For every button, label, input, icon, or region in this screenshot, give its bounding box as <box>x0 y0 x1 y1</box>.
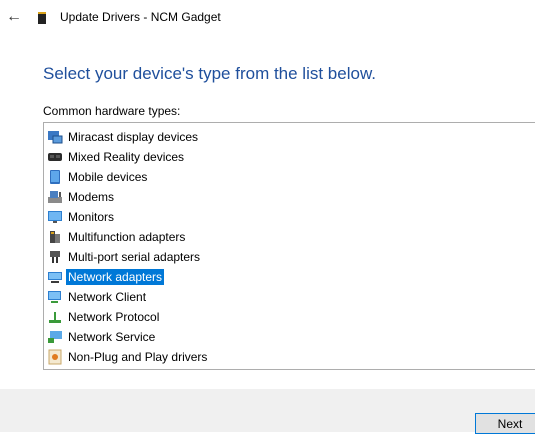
miracast-icon <box>47 129 63 145</box>
list-item-modems[interactable]: Modems <box>47 187 116 207</box>
list-item-network-protocol[interactable]: Network Protocol <box>47 307 161 327</box>
monitor-icon <box>47 209 63 225</box>
list-item-partially-hidden[interactable] <box>47 365 70 369</box>
back-arrow-icon[interactable]: ← <box>6 9 22 25</box>
list-item-network-client[interactable]: Network Client <box>47 287 148 307</box>
list-item-network-service[interactable]: Network Service <box>47 327 157 347</box>
list-item-serial-adapters[interactable]: Multi-port serial adapters <box>47 247 202 267</box>
title-bar: ← Update Drivers - NCM Gadget <box>0 0 535 34</box>
modem-icon <box>47 189 63 205</box>
headset-icon <box>47 149 63 165</box>
device-icon <box>38 12 46 24</box>
list-item-monitors[interactable]: Monitors <box>47 207 116 227</box>
list-item-non-pnp-drivers[interactable]: Non-Plug and Play drivers <box>47 347 209 367</box>
multifunction-adapter-icon <box>47 229 63 245</box>
non-pnp-driver-icon <box>47 349 63 365</box>
list-item-network-adapters[interactable]: Network adapters <box>47 267 165 287</box>
list-item-mixed-reality[interactable]: Mixed Reality devices <box>47 147 186 167</box>
network-protocol-icon <box>47 309 63 325</box>
hardware-type-list[interactable]: Miracast display devices Mixed Reality d… <box>43 122 535 370</box>
list-label: Common hardware types: <box>43 104 181 118</box>
list-item-miracast[interactable]: Miracast display devices <box>47 127 200 147</box>
next-button[interactable]: Next <box>475 413 535 434</box>
partially-hidden-icon <box>47 367 63 369</box>
page-heading: Select your device's type from the list … <box>43 64 377 83</box>
list-item-mobile-devices[interactable]: Mobile devices <box>47 167 149 187</box>
footer-bar <box>0 389 535 432</box>
network-adapter-icon <box>47 269 63 285</box>
network-service-icon <box>47 329 63 345</box>
list-item-multifunction[interactable]: Multifunction adapters <box>47 227 187 247</box>
network-client-icon <box>47 289 63 305</box>
serial-port-icon <box>47 249 63 265</box>
window-title: Update Drivers - NCM Gadget <box>60 10 221 24</box>
mobile-device-icon <box>47 169 63 185</box>
